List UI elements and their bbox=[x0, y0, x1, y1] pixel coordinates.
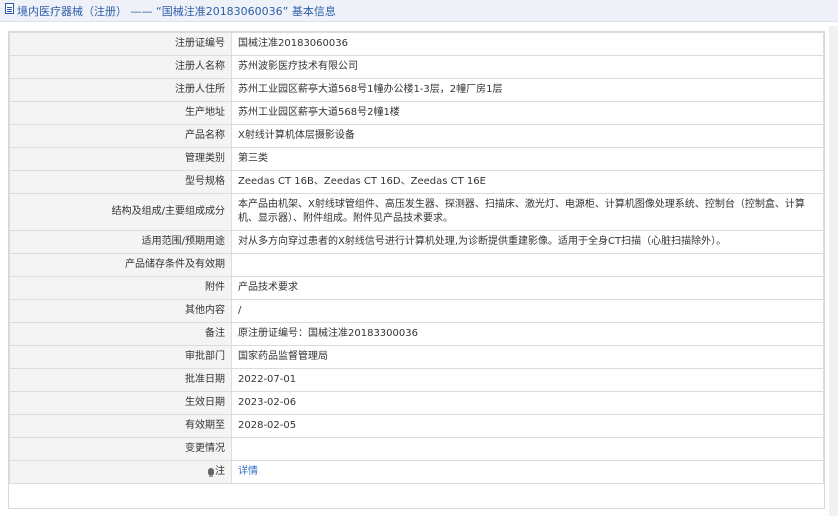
lightbulb-icon bbox=[208, 468, 214, 477]
page-title: 境内医疗器械（注册） —— “国械注准20183060036” 基本信息 bbox=[17, 5, 336, 18]
field-label: 型号规格 bbox=[9, 170, 232, 194]
field-label: 注册证编号 bbox=[9, 32, 232, 56]
field-value: 2022-07-01 bbox=[231, 368, 824, 392]
table-row: 批准日期 2022-07-01 bbox=[9, 368, 824, 392]
table-row: 型号规格 Zeedas CT 16B、Zeedas CT 16D、Zeedas … bbox=[9, 170, 824, 194]
document-icon bbox=[5, 3, 14, 14]
field-value bbox=[231, 253, 824, 277]
field-label: 变更情况 bbox=[9, 437, 232, 461]
field-value: / bbox=[231, 299, 824, 323]
table-row: 审批部门 国家药品监督管理局 bbox=[9, 345, 824, 369]
table-row: 结构及组成/主要组成成分 本产品由机架、X射线球管组件、高压发生器、探测器、扫描… bbox=[9, 193, 824, 231]
note-label: 注 bbox=[215, 466, 225, 477]
details-link[interactable]: 详情 bbox=[238, 466, 258, 477]
field-value bbox=[231, 437, 824, 461]
table-row: 变更情况 bbox=[9, 437, 824, 461]
field-label: 注册人住所 bbox=[9, 78, 232, 102]
field-value: 国械注准20183060036 bbox=[231, 32, 824, 56]
table-row: 注册人名称 苏州波影医疗技术有限公司 bbox=[9, 55, 824, 79]
table-row: 生产地址 苏州工业园区薪亭大道568号2幢1楼 bbox=[9, 101, 824, 125]
page-header: 境内医疗器械（注册） —— “国械注准20183060036” 基本信息 bbox=[0, 0, 838, 22]
table-row: 注册证编号 国械注准20183060036 bbox=[9, 32, 824, 56]
field-label: 产品名称 bbox=[9, 124, 232, 148]
field-label: 备注 bbox=[9, 322, 232, 346]
field-label: 注册人名称 bbox=[9, 55, 232, 79]
field-value: 第三类 bbox=[231, 147, 824, 171]
table-row: 注册人住所 苏州工业园区薪亭大道568号1幢办公楼1-3层，2幢厂房1层 bbox=[9, 78, 824, 102]
note-label-cell: 注 bbox=[9, 460, 232, 484]
table-row: 产品名称 X射线计算机体层摄影设备 bbox=[9, 124, 824, 148]
field-value: X射线计算机体层摄影设备 bbox=[231, 124, 824, 148]
field-label: 生产地址 bbox=[9, 101, 232, 125]
field-value: 产品技术要求 bbox=[231, 276, 824, 300]
field-label: 有效期至 bbox=[9, 414, 232, 438]
table-row: 生效日期 2023-02-06 bbox=[9, 391, 824, 415]
field-value: 原注册证编号：国械注准20183300036 bbox=[231, 322, 824, 346]
field-label: 其他内容 bbox=[9, 299, 232, 323]
field-value: 对从多方向穿过患者的X射线信号进行计算机处理,为诊断提供重建影像。适用于全身CT… bbox=[231, 230, 824, 254]
field-label: 管理类别 bbox=[9, 147, 232, 171]
table-row: 适用范围/预期用途 对从多方向穿过患者的X射线信号进行计算机处理,为诊断提供重建… bbox=[9, 230, 824, 254]
table-row: 管理类别 第三类 bbox=[9, 147, 824, 171]
field-label: 批准日期 bbox=[9, 368, 232, 392]
info-panel: 注册证编号 国械注准20183060036 注册人名称 苏州波影医疗技术有限公司… bbox=[8, 31, 825, 509]
field-value: 苏州波影医疗技术有限公司 bbox=[231, 55, 824, 79]
field-value: 本产品由机架、X射线球管组件、高压发生器、探测器、扫描床、激光灯、电源柜、计算机… bbox=[231, 193, 824, 231]
scrollbar[interactable] bbox=[829, 26, 838, 516]
table-row-note: 注 详情 bbox=[9, 460, 824, 484]
field-value: 2028-02-05 bbox=[231, 414, 824, 438]
table-row: 产品储存条件及有效期 bbox=[9, 253, 824, 277]
field-value: 苏州工业园区薪亭大道568号2幢1楼 bbox=[231, 101, 824, 125]
field-value: 2023-02-06 bbox=[231, 391, 824, 415]
table-row: 备注 原注册证编号：国械注准20183300036 bbox=[9, 322, 824, 346]
table-row: 有效期至 2028-02-05 bbox=[9, 414, 824, 438]
note-value-cell: 详情 bbox=[231, 460, 824, 484]
field-label: 产品储存条件及有效期 bbox=[9, 253, 232, 277]
field-label: 生效日期 bbox=[9, 391, 232, 415]
field-label: 审批部门 bbox=[9, 345, 232, 369]
field-value: 国家药品监督管理局 bbox=[231, 345, 824, 369]
field-label: 结构及组成/主要组成成分 bbox=[9, 193, 232, 231]
field-label: 附件 bbox=[9, 276, 232, 300]
field-value: 苏州工业园区薪亭大道568号1幢办公楼1-3层，2幢厂房1层 bbox=[231, 78, 824, 102]
field-label: 适用范围/预期用途 bbox=[9, 230, 232, 254]
field-value: Zeedas CT 16B、Zeedas CT 16D、Zeedas CT 16… bbox=[231, 170, 824, 194]
table-row: 其他内容 / bbox=[9, 299, 824, 323]
info-table: 注册证编号 国械注准20183060036 注册人名称 苏州波影医疗技术有限公司… bbox=[9, 32, 824, 484]
table-row: 附件 产品技术要求 bbox=[9, 276, 824, 300]
